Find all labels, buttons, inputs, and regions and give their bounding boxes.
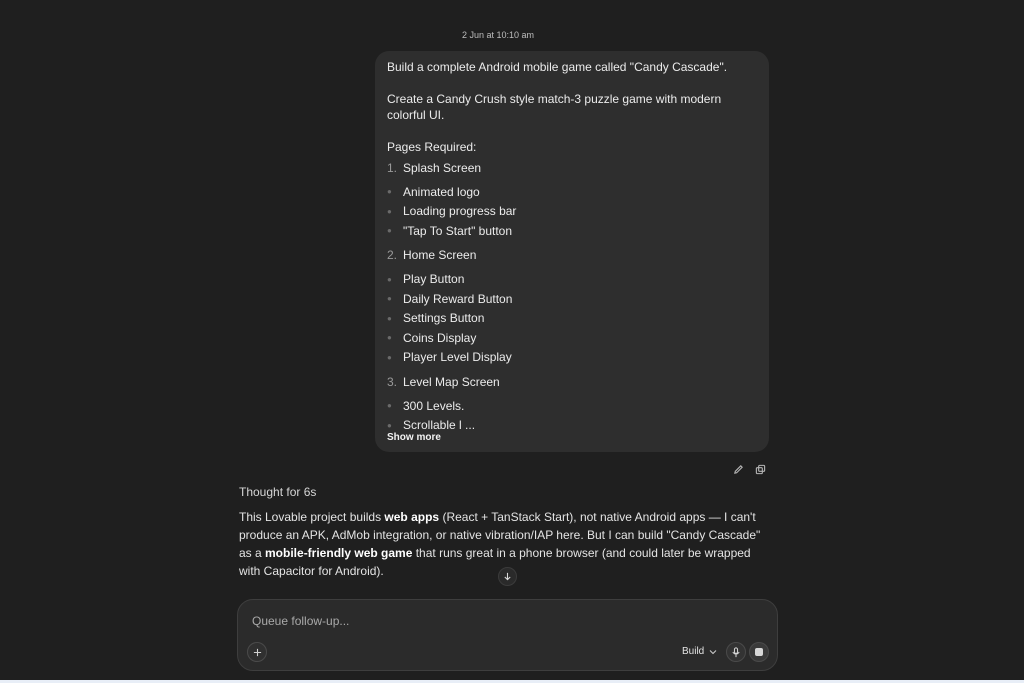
follow-up-input[interactable]: Queue follow-up... (252, 614, 349, 628)
copy-icon[interactable] (753, 462, 767, 476)
microphone-icon (732, 646, 740, 657)
message-timestamp: 2 Jun at 10:10 am (461, 30, 535, 40)
reply-bold-text: mobile-friendly web game (265, 546, 413, 560)
item-title: Splash Screen (403, 160, 482, 175)
list-item-text: Scrollable l ... (403, 418, 476, 433)
composer: Queue follow-up... Build (237, 599, 778, 671)
bullet-icon: ● (387, 274, 392, 284)
list-item: ● 300 Levels. (387, 396, 757, 416)
arrow-down-icon (504, 572, 511, 581)
bullet-list: ● Play Button ● Daily Reward Button ● Setti… (387, 270, 757, 368)
list-item: ● Animated logo (387, 182, 757, 202)
add-button[interactable] (247, 642, 267, 662)
bullet-list: ● 300 Levels. ● Scrollable l ... (387, 396, 757, 435)
list-item-text: Animated logo (403, 184, 480, 199)
list-item-text: Player Level Display (403, 350, 512, 365)
list-item: ● Coins Display (387, 328, 757, 348)
list-item-text: Coins Display (403, 330, 477, 345)
list-item-text: "Tap To Start" button (403, 223, 513, 238)
list-item: ● Daily Reward Button (387, 289, 757, 309)
list-item: ● Loading progress bar (387, 202, 757, 222)
bullet-icon: ● (387, 187, 392, 197)
item-number: 3. (387, 374, 398, 389)
list-item-text: Play Button (403, 272, 465, 287)
bullet-icon: ● (387, 313, 392, 323)
mode-selector[interactable]: Build (682, 646, 717, 657)
message-paragraph: Build a complete Android mobile game cal… (387, 60, 728, 74)
numbered-item: 1. Splash Screen (387, 157, 757, 178)
item-title: Level Map Screen (403, 374, 500, 389)
list-item-text: 300 Levels. (403, 398, 465, 413)
stop-button[interactable] (749, 642, 769, 662)
show-more-button[interactable]: Show more (387, 432, 441, 443)
bullet-icon: ● (387, 401, 392, 411)
scroll-down-button[interactable] (498, 567, 517, 586)
message-paragraph: Pages Required: (387, 140, 477, 154)
numbered-item: 3. Level Map Screen (387, 371, 757, 392)
microphone-button[interactable] (726, 642, 746, 662)
mode-label: Build (682, 646, 705, 657)
stop-icon (755, 648, 763, 656)
bullet-icon: ● (387, 294, 392, 304)
thought-duration[interactable]: Thought for 6s (239, 485, 316, 499)
chevron-down-icon (709, 649, 717, 654)
list-item: ● "Tap To Start" button (387, 221, 757, 241)
bullet-icon: ● (387, 352, 392, 362)
item-number: 2. (387, 248, 398, 262)
bullet-icon: ● (387, 333, 392, 343)
list-item: ● Scrollable l ... (387, 416, 757, 436)
plus-icon (253, 648, 261, 656)
section-list: 1. Splash Screen ● Animated logo ● Loading… (387, 157, 757, 435)
list-item: ● Settings Button (387, 309, 757, 329)
user-message-bubble: Build a complete Android mobile game cal… (375, 51, 769, 452)
reply-bold-text: web apps (384, 510, 440, 524)
list-item-text: Loading progress bar (403, 204, 517, 219)
bullet-icon: ● (387, 420, 392, 430)
bullet-icon: ● (387, 206, 392, 216)
bullet-list: ● Animated logo ● Loading progress bar ● "T… (387, 182, 757, 241)
item-number: 1. (387, 160, 398, 175)
list-item: ● Play Button (387, 270, 757, 290)
item-title: Home Screen (403, 248, 477, 262)
list-item-text: Settings Button (403, 311, 485, 326)
chat-page: 2 Jun at 10:10 am Build a complete Andro… (0, 0, 1024, 683)
reply-text: This Lovable project builds (239, 510, 385, 524)
list-item: ● Player Level Display (387, 348, 757, 368)
pencil-icon[interactable] (731, 462, 745, 476)
message-paragraph: Create a Candy Crush style match-3 puzzl… (387, 92, 722, 122)
message-actions (731, 462, 767, 476)
bullet-icon: ● (387, 226, 392, 236)
list-item-text: Daily Reward Button (403, 291, 513, 306)
numbered-item: 2. Home Screen (387, 245, 757, 266)
